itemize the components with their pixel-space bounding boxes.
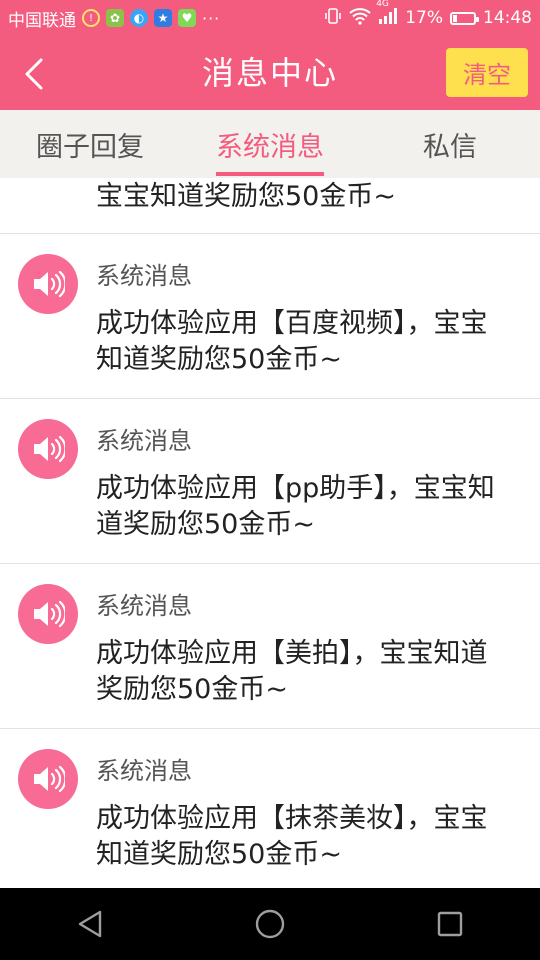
browser-icon: ◐	[130, 9, 148, 27]
active-tab-indicator	[216, 172, 324, 176]
battery-icon	[450, 11, 479, 25]
list-item[interactable]: 宝宝知道奖励您50金币~	[0, 178, 540, 234]
message-body: 宝宝知道奖励您50金币~	[96, 181, 396, 212]
clock: 14:48	[483, 8, 532, 28]
nav-home-button[interactable]	[230, 894, 310, 954]
triangle-back-icon	[78, 910, 102, 938]
wifi-icon	[349, 7, 371, 30]
system-nav-bar	[0, 888, 540, 960]
chevron-left-icon	[25, 58, 43, 90]
signal-icon: 4G	[376, 0, 398, 30]
tab-system-messages[interactable]: 系统消息	[180, 110, 360, 178]
tab-label: 系统消息	[216, 131, 324, 163]
carrier-label: 中国联通	[8, 10, 76, 31]
clear-button[interactable]: 清空	[446, 48, 528, 97]
nav-recent-button[interactable]	[410, 894, 490, 954]
chat-icon: ♥	[178, 9, 196, 27]
list-item[interactable]: 系统消息 成功体验应用【百度视频】，宝宝知道奖励您50金币~	[0, 234, 540, 399]
speaker-icon	[18, 419, 78, 479]
tab-label: 私信	[423, 131, 477, 163]
back-button[interactable]	[14, 54, 54, 94]
message-body: 成功体验应用【pp助手】，宝宝知道奖励您50金币~	[96, 473, 495, 540]
speaker-icon	[18, 584, 78, 644]
title-bar: 消息中心 清空	[0, 36, 540, 110]
status-bar: 中国联通 ! ✿ ◐ ★ ♥ ··· 4G 17% 14:48	[0, 0, 540, 36]
square-recent-icon	[437, 911, 463, 937]
app-icon: ✿	[106, 9, 124, 27]
speaker-icon	[18, 749, 78, 809]
message-title: 系统消息	[96, 592, 192, 620]
tab-bar: 圈子回复 系统消息 私信	[0, 110, 540, 178]
list-item[interactable]: 系统消息 成功体验应用【抹茶美妆】，宝宝知道奖励您50金币~	[0, 729, 540, 888]
tab-label: 圈子回复	[36, 131, 144, 163]
list-item[interactable]: 系统消息 成功体验应用【pp助手】，宝宝知道奖励您50金币~	[0, 399, 540, 564]
message-body: 成功体验应用【百度视频】，宝宝知道奖励您50金币~	[96, 308, 488, 375]
status-right: 4G 17% 14:48	[324, 0, 532, 30]
star-icon: ★	[154, 9, 172, 27]
list-item[interactable]: 系统消息 成功体验应用【美拍】，宝宝知道奖励您50金币~	[0, 564, 540, 729]
more-notifications-icon: ···	[202, 8, 221, 28]
message-title: 系统消息	[96, 757, 192, 785]
tab-circle-replies[interactable]: 圈子回复	[0, 110, 180, 178]
circle-home-icon	[255, 909, 285, 939]
message-body: 成功体验应用【美拍】，宝宝知道奖励您50金币~	[96, 638, 488, 705]
status-left: 中国联通 ! ✿ ◐ ★ ♥ ···	[8, 6, 220, 31]
nav-back-button[interactable]	[50, 894, 130, 954]
download-icon: !	[82, 9, 100, 27]
battery-percent: 17%	[405, 8, 443, 28]
message-body: 成功体验应用【抹茶美妆】，宝宝知道奖励您50金币~	[96, 803, 488, 870]
message-title: 系统消息	[96, 262, 192, 290]
tab-private-messages[interactable]: 私信	[360, 110, 540, 178]
vibrate-icon	[324, 7, 342, 30]
speaker-icon	[18, 254, 78, 314]
message-title: 系统消息	[96, 427, 192, 455]
network-type-label: 4G	[376, 0, 389, 9]
message-list[interactable]: 宝宝知道奖励您50金币~ 系统消息 成功体验应用【百度视频】，宝宝知道奖励您50…	[0, 178, 540, 888]
battery-fill	[453, 14, 457, 22]
